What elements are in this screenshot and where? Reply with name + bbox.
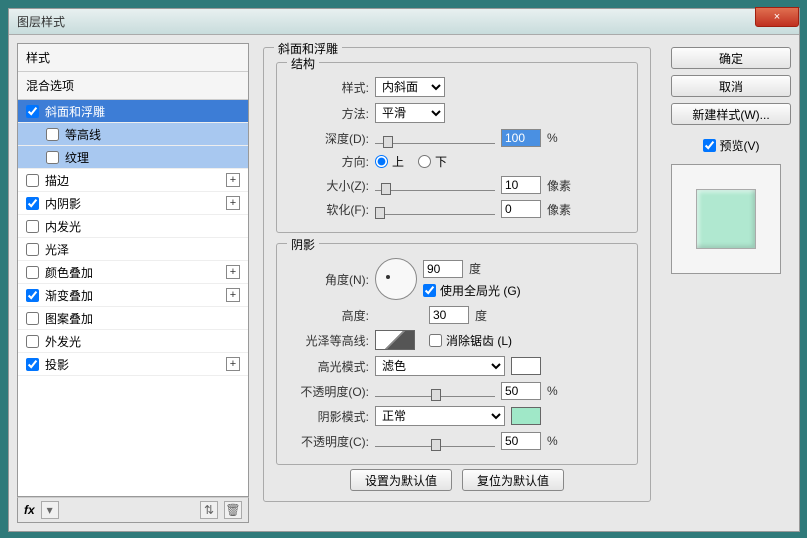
shading-group: 阴影 角度(N): 度 使用全局光 (G) 高度:度 光泽等高线:消除锯齿 (L… <box>276 243 638 465</box>
soften-input[interactable] <box>501 200 541 218</box>
shading-legend: 阴影 <box>287 236 319 253</box>
item-drop-shadow[interactable]: 投影+ <box>18 353 248 376</box>
chk-gradient-overlay[interactable] <box>26 289 39 302</box>
shadow-mode-select[interactable]: 正常 <box>375 406 505 426</box>
method-select[interactable]: 平滑 <box>375 103 445 123</box>
chk-texture[interactable] <box>46 151 59 164</box>
highlight-opacity-label: 不透明度(O): <box>289 383 369 400</box>
altitude-label: 高度: <box>289 307 369 324</box>
style-select[interactable]: 内斜面 <box>375 77 445 97</box>
global-light-chk[interactable] <box>423 284 436 297</box>
size-label: 大小(Z): <box>289 177 369 194</box>
trash-icon[interactable]: 🗑 <box>224 501 242 519</box>
method-label: 方法: <box>289 105 369 122</box>
bevel-group: 斜面和浮雕 结构 样式:内斜面 方法:平滑 深度(D):% 方向:上下 大小(Z… <box>263 47 651 502</box>
angle-label: 角度(N): <box>289 271 369 288</box>
arrow-icon[interactable]: ▾ <box>41 501 59 519</box>
antialias-chk[interactable] <box>429 334 442 347</box>
add-icon[interactable]: + <box>226 288 240 302</box>
size-slider[interactable] <box>375 173 495 191</box>
depth-slider[interactable] <box>375 126 495 144</box>
reorder-icon[interactable]: ⇅ <box>200 501 218 519</box>
item-gradient-overlay[interactable]: 渐变叠加+ <box>18 284 248 307</box>
close-button[interactable]: × <box>755 7 799 27</box>
preview-box <box>671 164 781 274</box>
add-icon[interactable]: + <box>226 357 240 371</box>
item-contour[interactable]: 等高线 <box>18 123 248 146</box>
shadow-color-swatch[interactable] <box>511 407 541 425</box>
shadow-opacity-slider[interactable] <box>375 429 495 447</box>
chk-inner-shadow[interactable] <box>26 197 39 210</box>
chk-pattern-overlay[interactable] <box>26 312 39 325</box>
effects-sidebar: 样式 混合选项 斜面和浮雕 等高线 纹理 描边+ 内阴影+ 内发光 光泽 颜色叠… <box>17 43 249 523</box>
preview-swatch <box>696 189 756 249</box>
highlight-opacity-slider[interactable] <box>375 379 495 397</box>
highlight-mode-label: 高光模式: <box>289 358 369 375</box>
chk-drop-shadow[interactable] <box>26 358 39 371</box>
altitude-input[interactable] <box>429 306 469 324</box>
preview-label: 预览(V) <box>720 137 760 154</box>
item-texture[interactable]: 纹理 <box>18 146 248 169</box>
blend-options-header[interactable]: 混合选项 <box>18 72 248 100</box>
item-inner-glow[interactable]: 内发光 <box>18 215 248 238</box>
angle-dial[interactable] <box>375 258 417 300</box>
chk-inner-glow[interactable] <box>26 220 39 233</box>
effects-list: 样式 混合选项 斜面和浮雕 等高线 纹理 描边+ 内阴影+ 内发光 光泽 颜色叠… <box>17 43 249 497</box>
chk-stroke[interactable] <box>26 174 39 187</box>
direction-radios: 上下 <box>375 153 447 170</box>
highlight-color-swatch[interactable] <box>511 357 541 375</box>
item-color-overlay[interactable]: 颜色叠加+ <box>18 261 248 284</box>
item-bevel[interactable]: 斜面和浮雕 <box>18 100 248 123</box>
angle-input[interactable] <box>423 260 463 278</box>
shadow-opacity-input[interactable] <box>501 432 541 450</box>
layer-style-dialog: 图层样式 × 样式 混合选项 斜面和浮雕 等高线 纹理 描边+ 内阴影+ 内发光… <box>8 8 800 532</box>
add-icon[interactable]: + <box>226 196 240 210</box>
item-outer-glow[interactable]: 外发光 <box>18 330 248 353</box>
new-style-button[interactable]: 新建样式(W)... <box>671 103 791 125</box>
styles-header[interactable]: 样式 <box>18 44 248 72</box>
shadow-mode-label: 阴影模式: <box>289 408 369 425</box>
chk-contour[interactable] <box>46 128 59 141</box>
highlight-mode-select[interactable]: 滤色 <box>375 356 505 376</box>
item-pattern-overlay[interactable]: 图案叠加 <box>18 307 248 330</box>
preview-chk[interactable] <box>703 139 716 152</box>
ok-button[interactable]: 确定 <box>671 47 791 69</box>
add-icon[interactable]: + <box>226 265 240 279</box>
dir-up-radio[interactable] <box>375 155 388 168</box>
highlight-opacity-input[interactable] <box>501 382 541 400</box>
dialog-title: 图层样式 <box>17 13 65 30</box>
depth-label: 深度(D): <box>289 130 369 147</box>
dir-down-radio[interactable] <box>418 155 431 168</box>
structure-legend: 结构 <box>287 55 319 72</box>
soften-slider[interactable] <box>375 197 495 215</box>
settings-panel: 斜面和浮雕 结构 样式:内斜面 方法:平滑 深度(D):% 方向:上下 大小(Z… <box>259 43 661 523</box>
fx-icon[interactable]: fx <box>24 503 35 517</box>
make-default-button[interactable]: 设置为默认值 <box>350 469 452 491</box>
gloss-contour-picker[interactable] <box>375 330 415 350</box>
item-inner-shadow[interactable]: 内阴影+ <box>18 192 248 215</box>
titlebar: 图层样式 × <box>9 9 799 35</box>
reset-default-button[interactable]: 复位为默认值 <box>462 469 564 491</box>
sidebar-toolbar: fx ▾ ⇅ 🗑 <box>17 497 249 523</box>
direction-label: 方向: <box>289 153 369 170</box>
item-stroke[interactable]: 描边+ <box>18 169 248 192</box>
item-satin[interactable]: 光泽 <box>18 238 248 261</box>
chk-satin[interactable] <box>26 243 39 256</box>
structure-group: 结构 样式:内斜面 方法:平滑 深度(D):% 方向:上下 大小(Z):像素 软… <box>276 62 638 233</box>
add-icon[interactable]: + <box>226 173 240 187</box>
depth-input[interactable] <box>501 129 541 147</box>
cancel-button[interactable]: 取消 <box>671 75 791 97</box>
style-label: 样式: <box>289 79 369 96</box>
gloss-label: 光泽等高线: <box>289 332 369 349</box>
chk-bevel[interactable] <box>26 105 39 118</box>
soften-label: 软化(F): <box>289 201 369 218</box>
shadow-opacity-label: 不透明度(C): <box>289 433 369 450</box>
size-input[interactable] <box>501 176 541 194</box>
dialog-buttons: 确定 取消 新建样式(W)... 预览(V) <box>671 43 791 523</box>
chk-color-overlay[interactable] <box>26 266 39 279</box>
chk-outer-glow[interactable] <box>26 335 39 348</box>
